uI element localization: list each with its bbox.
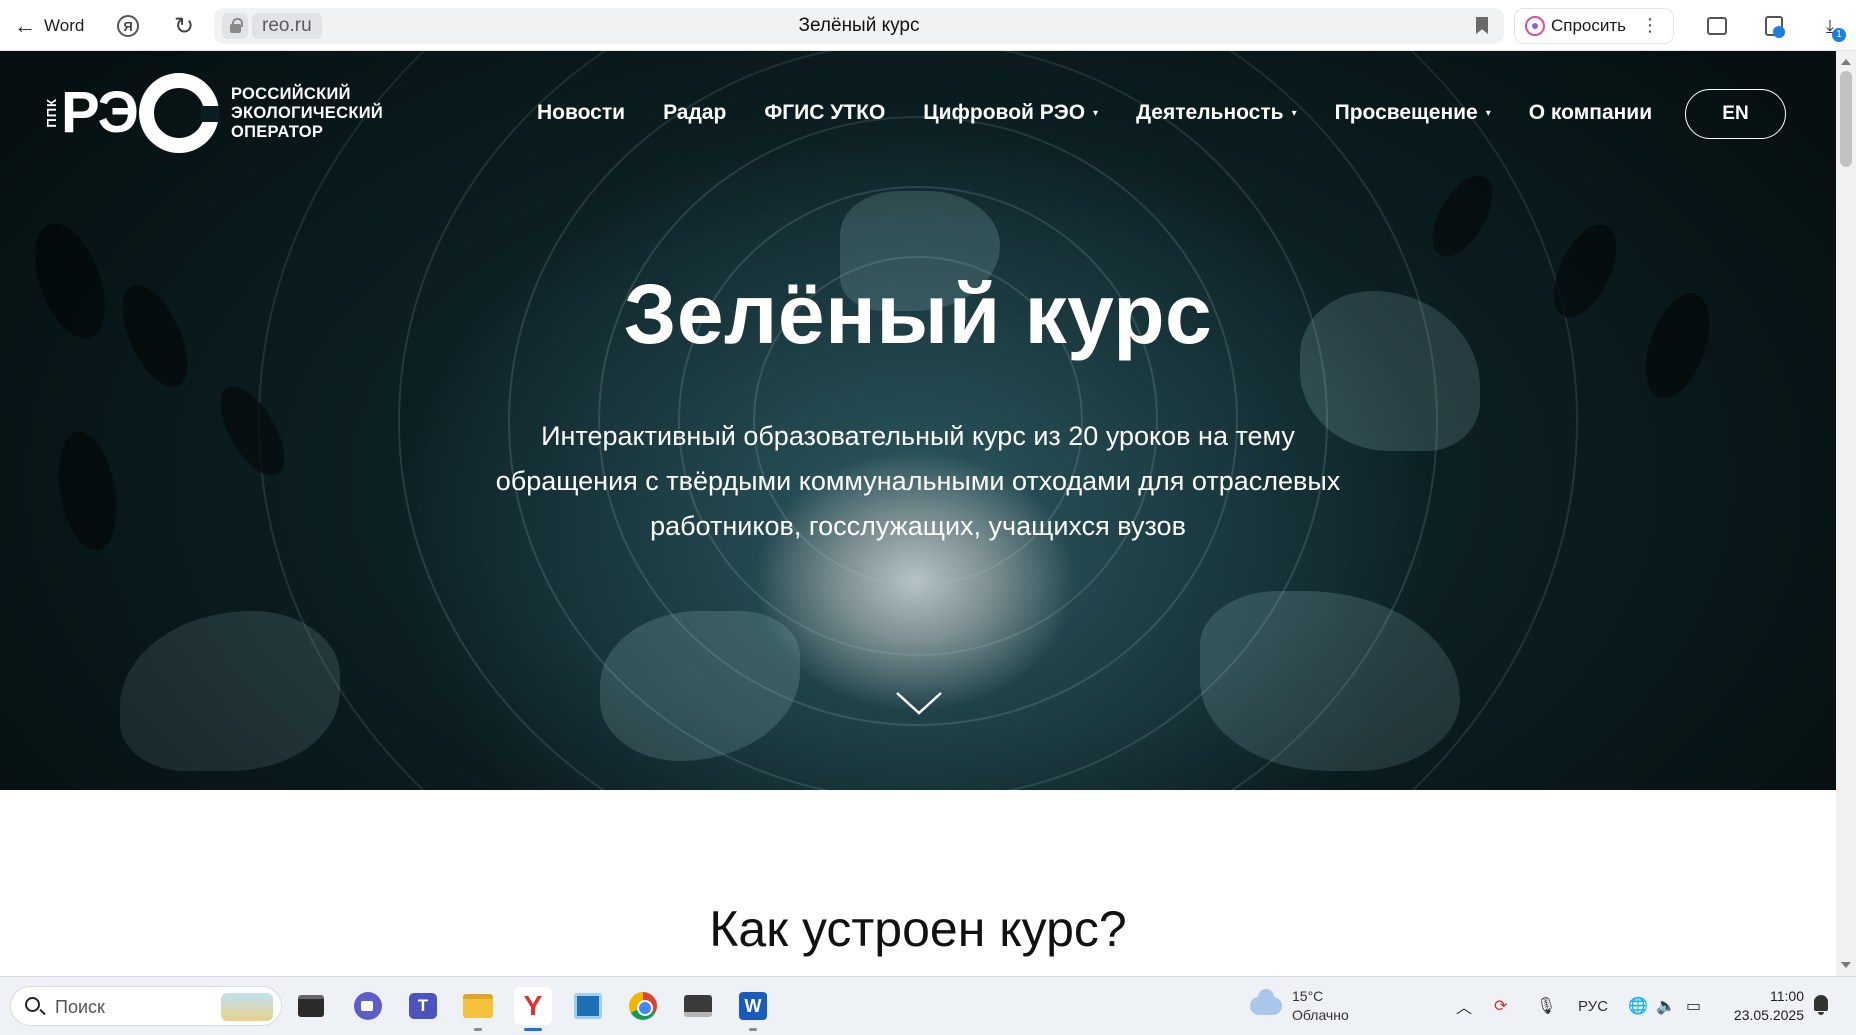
clock-date: 23.05.2025 [1733, 1007, 1804, 1023]
taskbar-desktop[interactable] [292, 987, 330, 1025]
hero-title: Зелёный курс [623, 267, 1213, 361]
sync-icon[interactable]: ⟳ [1494, 987, 1507, 1025]
caret-down-icon: ▾ [1291, 107, 1297, 119]
nav-item-activity[interactable]: Деятельность ▾ [1136, 101, 1297, 125]
search-icon [25, 997, 40, 1012]
logo-o-mark [138, 73, 219, 153]
page-title: Зелёный курс [798, 15, 920, 36]
nav-item-label: Радар [663, 101, 727, 124]
taskbar-meet[interactable] [349, 987, 387, 1025]
chrome-icon [629, 992, 657, 1020]
arrow-left-icon: ← [14, 13, 36, 38]
nav-item-about[interactable]: О компании [1529, 101, 1652, 125]
ask-alice-label: Спросить [1551, 16, 1627, 35]
chevron-up-icon[interactable]: ︿ [1456, 987, 1472, 1025]
caret-down-icon: ▾ [1093, 107, 1099, 119]
word-icon: W [739, 992, 767, 1020]
taskbar-teams[interactable]: T [404, 987, 442, 1025]
page-scrollbar[interactable] [1836, 51, 1856, 976]
nav-item-radar[interactable]: Радар [663, 101, 726, 125]
nav-item-digital-reo[interactable]: Цифровой РЭО ▾ [923, 101, 1098, 125]
taskbar-remote-desktop[interactable] [569, 987, 607, 1025]
running-indicator [474, 1028, 482, 1031]
ask-alice-button[interactable]: Спросить ⋮ [1514, 8, 1674, 44]
site-logo[interactable]: ППК РЭ РОССИЙСКИЙ ЭКОЛОГИЧЕСКИЙ ОПЕРАТОР [44, 73, 383, 153]
nav-item-label: Новости [537, 101, 626, 124]
extension-icon [1765, 16, 1785, 38]
hero-subtitle: Интерактивный образовательный курс из 20… [495, 421, 1341, 541]
cloud-icon [1250, 989, 1282, 1015]
nav-item-label: Просвещение [1334, 101, 1478, 124]
volume-icon[interactable]: 🔈 [1656, 987, 1676, 1025]
weather-description: Облачно [1292, 1007, 1349, 1023]
microphone-icon[interactable]: 🎙 [1536, 987, 1556, 1025]
remote-desktop-icon [574, 993, 602, 1019]
desktop-icon [298, 995, 324, 1017]
globe-icon[interactable]: 🌐 [1628, 987, 1648, 1025]
scroll-down-arrow-icon[interactable] [1841, 962, 1851, 968]
taskbar-search[interactable]: Поиск [10, 986, 282, 1026]
browser-toolbar: ← Word Я ↻ reo.ru Зелёный курс Спросить … [0, 0, 1856, 51]
clock-time: 11:00 [1770, 988, 1804, 1004]
logo-text: РОССИЙСКИЙ ЭКОЛОГИЧЕСКИЙ ОПЕРАТОР [231, 85, 383, 142]
reload-button[interactable]: ↻ [170, 12, 198, 40]
active-indicator [524, 1028, 542, 1031]
teams-icon: T [409, 993, 437, 1019]
chevron-down-icon[interactable] [895, 691, 943, 715]
scrollbar-thumb[interactable] [1840, 71, 1852, 167]
taskbar-clock[interactable]: 11:00 23.05.2025 [1726, 987, 1804, 1025]
nav-item-label: Деятельность [1136, 101, 1284, 124]
section-title: Как устроен курс? [709, 901, 1127, 957]
weather-temperature: 15°C [1292, 988, 1324, 1004]
taskbar-search-placeholder: Поиск [55, 997, 105, 1017]
taskbar-chrome[interactable] [624, 987, 662, 1025]
nav-item-label: ФГИС УТКО [764, 101, 886, 124]
logo-line: ЭКОЛОГИЧЕСКИЙ [230, 103, 384, 122]
scroll-up-arrow-icon[interactable] [1841, 59, 1851, 65]
taskbar-drive[interactable] [679, 987, 717, 1025]
nav-item-label: О компании [1528, 101, 1653, 124]
search-highlight-image [221, 993, 273, 1021]
nav-item-label: Цифровой РЭО [923, 101, 1086, 124]
taskbar-explorer[interactable] [459, 987, 497, 1031]
extension-button[interactable] [1760, 12, 1788, 40]
check-badge-icon [1773, 26, 1785, 38]
tabs-button[interactable] [1703, 12, 1731, 40]
yandex-logo-icon: Я [117, 15, 139, 37]
caret-down-icon: ▾ [1485, 107, 1491, 119]
meet-icon [354, 992, 382, 1020]
back-button-label: Word [44, 16, 85, 35]
main-nav: Новости Радар ФГИС УТКО Цифровой РЭО ▾ Де… [537, 99, 1652, 127]
language-switch-button[interactable]: EN [1685, 89, 1786, 139]
taskbar-word[interactable]: W [734, 987, 772, 1031]
weather-widget[interactable]: 15°C Облачно [1250, 987, 1349, 1025]
site-header: ППК РЭ РОССИЙСКИЙ ЭКОЛОГИЧЕСКИЙ ОПЕРАТОР… [0, 51, 1836, 171]
logo-ppk-mark: ППК [44, 98, 59, 128]
reload-icon: ↻ [173, 12, 195, 40]
downloads-badge: 1 [1832, 28, 1846, 42]
logo-line: ОПЕРАТОР [230, 122, 324, 141]
folder-icon [463, 994, 493, 1018]
nav-item-news[interactable]: Новости [537, 101, 625, 125]
taskbar-yandex-browser[interactable]: Y [514, 987, 552, 1031]
input-language[interactable]: РУС [1578, 987, 1608, 1025]
logo-reo-mark: РЭ [61, 80, 139, 145]
nav-item-fgis-utko[interactable]: ФГИС УТКО [764, 101, 885, 125]
tabs-icon [1707, 17, 1727, 35]
notification-bell-icon[interactable] [1814, 995, 1828, 1015]
drive-icon [684, 995, 712, 1017]
nav-item-education[interactable]: Просвещение ▾ [1335, 101, 1491, 125]
logo-line: РОССИЙСКИЙ [230, 84, 351, 103]
alice-icon [1525, 16, 1545, 36]
more-vertical-icon[interactable]: ⋮ [1641, 15, 1659, 36]
back-button[interactable]: ← Word [14, 12, 84, 40]
address-bar[interactable]: reo.ru Зелёный курс [214, 8, 1504, 44]
downloads-button[interactable]: ⤓ 1 [1816, 12, 1846, 42]
yandex-browser-icon: Y [523, 990, 543, 1021]
windows-taskbar: Поиск T Y W 15°C Облачно ︿ ⟳ 🎙 РУС 🌐 🔈 ▭… [0, 976, 1856, 1035]
battery-icon[interactable]: ▭ [1686, 987, 1701, 1025]
running-indicator [749, 1028, 757, 1031]
yandex-home-button[interactable]: Я [114, 12, 142, 40]
hero-section: ППК РЭ РОССИЙСКИЙ ЭКОЛОГИЧЕСКИЙ ОПЕРАТОР… [0, 51, 1836, 790]
